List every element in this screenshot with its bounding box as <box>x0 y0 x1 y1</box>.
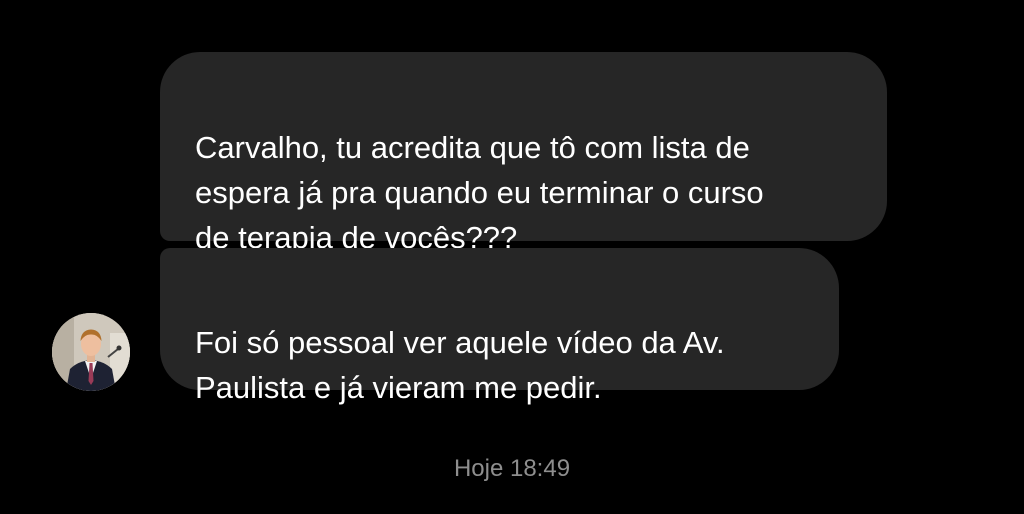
chat-thread: Carvalho, tu acredita que tô com lista d… <box>0 0 1024 514</box>
message-timestamp: Hoje 18:49 <box>453 455 571 482</box>
message-text: Carvalho, tu acredita que tô com lista d… <box>195 130 764 255</box>
message-bubble[interactable]: Foi só pessoal ver aquele vídeo da Av. P… <box>160 248 839 405</box>
sender-avatar[interactable] <box>52 313 130 391</box>
message-text: Foi só pessoal ver aquele vídeo da Av. P… <box>195 325 725 405</box>
profile-photo-icon <box>52 313 130 391</box>
message-bubble[interactable]: Carvalho, tu acredita que tô com lista d… <box>160 52 887 255</box>
